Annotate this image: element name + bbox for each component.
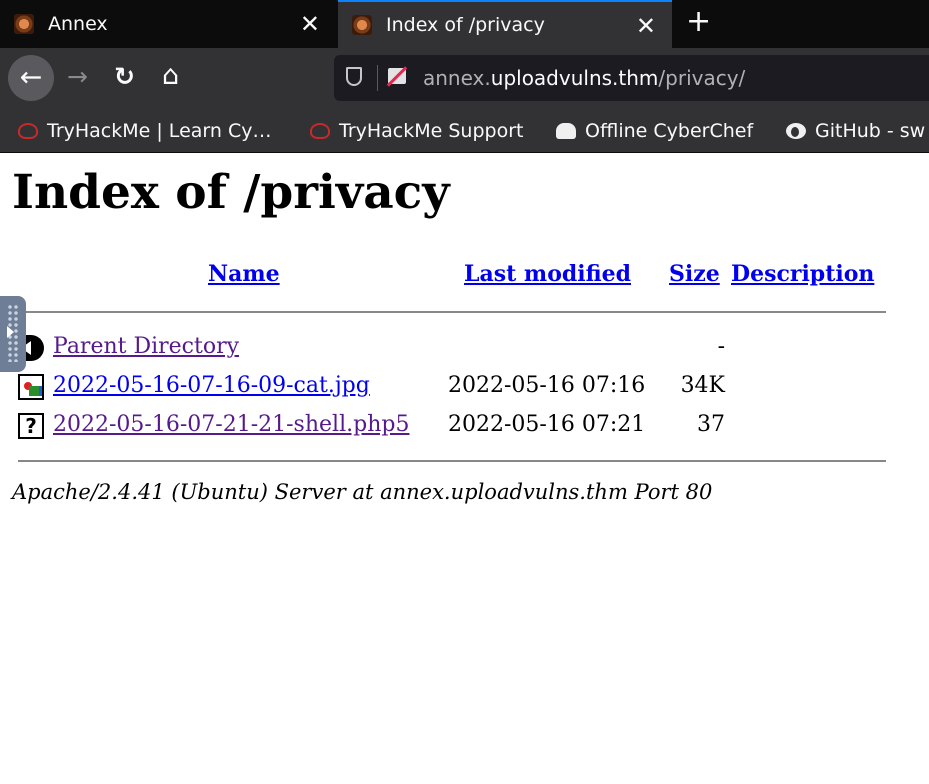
new-tab-button[interactable]: +: [686, 4, 711, 39]
tab-title: Annex: [48, 13, 108, 35]
bookmark-label: GitHub - sw: [815, 120, 926, 142]
sort-by-last-modified-link[interactable]: Last modified: [464, 261, 631, 287]
tab-title: Index of /privacy: [386, 14, 545, 36]
page-title: Index of /privacy: [12, 165, 450, 220]
bookmark-github[interactable]: GitHub - sw: [786, 110, 925, 152]
back-button[interactable]: ←: [8, 55, 54, 101]
file-last-modified: 2022-05-16 07:21: [448, 412, 646, 437]
parent-directory-link[interactable]: Parent Directory: [53, 334, 239, 359]
url-bar-divider: [377, 65, 378, 91]
file-link-shell-php5[interactable]: 2022-05-16-07-21-21-shell.php5: [53, 412, 409, 437]
sort-by-description-link[interactable]: Description: [731, 261, 874, 287]
sort-by-name-link[interactable]: Name: [208, 261, 280, 287]
file-size: -: [717, 334, 725, 359]
sort-by-size-link[interactable]: Size: [669, 261, 720, 287]
bookmark-tryhackme-learn[interactable]: TryHackMe | Learn Cy…: [18, 110, 271, 152]
footer-divider: [18, 460, 886, 462]
tab-index-of-privacy[interactable]: Index of /privacy ✕: [338, 0, 672, 48]
site-favicon-icon: [14, 14, 34, 34]
file-size: 34K: [680, 373, 725, 398]
close-tab-icon[interactable]: ✕: [300, 10, 320, 38]
sidebar-drag-handle[interactable]: [0, 296, 26, 372]
file-link-cat-jpg[interactable]: 2022-05-16-07-16-09-cat.jpg: [53, 373, 370, 398]
site-favicon-icon: [352, 15, 372, 35]
bookmarks-toolbar: TryHackMe | Learn Cy… TryHackMe Support …: [0, 110, 929, 153]
server-signature: Apache/2.4.41 (Ubuntu) Server at annex.u…: [12, 480, 713, 504]
github-icon: [786, 123, 806, 139]
bookmark-label: TryHackMe Support: [339, 120, 524, 142]
cyberchef-icon: [556, 123, 576, 139]
reload-button[interactable]: ↻: [114, 62, 135, 91]
url-text[interactable]: annex.uploadvulns.thm/privacy/: [423, 55, 745, 101]
bookmark-label: Offline CyberChef: [585, 120, 754, 142]
tryhackme-icon: [18, 123, 38, 139]
tab-annex[interactable]: Annex ✕: [0, 0, 336, 48]
file-size: 37: [697, 412, 725, 437]
close-tab-icon[interactable]: ✕: [636, 12, 656, 40]
url-path: /privacy/: [658, 66, 746, 90]
unknown-file-icon: ?: [18, 413, 44, 439]
bookmark-label: TryHackMe | Learn Cy…: [47, 120, 272, 142]
bookmark-offline-cyberchef[interactable]: Offline CyberChef: [556, 110, 753, 152]
url-bar[interactable]: annex.uploadvulns.thm/privacy/: [334, 55, 929, 101]
forward-button[interactable]: →: [67, 62, 88, 91]
bookmark-tryhackme-support[interactable]: TryHackMe Support: [310, 110, 523, 152]
url-prefix: annex.: [423, 66, 491, 90]
page-content: Index of /privacy Name Last modified Siz…: [0, 153, 929, 784]
tracking-protection-icon[interactable]: [346, 67, 362, 86]
navigation-bar: ← → ↻ ⌂ annex.uploadvulns.thm/privacy/: [0, 48, 929, 110]
home-button[interactable]: ⌂: [162, 60, 179, 91]
header-divider: [18, 311, 886, 313]
file-last-modified: 2022-05-16 07:16: [448, 373, 646, 398]
image-file-icon: [18, 374, 44, 400]
tryhackme-icon: [310, 123, 330, 139]
url-host: uploadvulns.thm: [490, 66, 659, 90]
expand-arrow-icon[interactable]: [7, 326, 14, 338]
tab-bar: Annex ✕ Index of /privacy ✕ +: [0, 0, 929, 48]
insecure-connection-icon[interactable]: [388, 68, 406, 84]
